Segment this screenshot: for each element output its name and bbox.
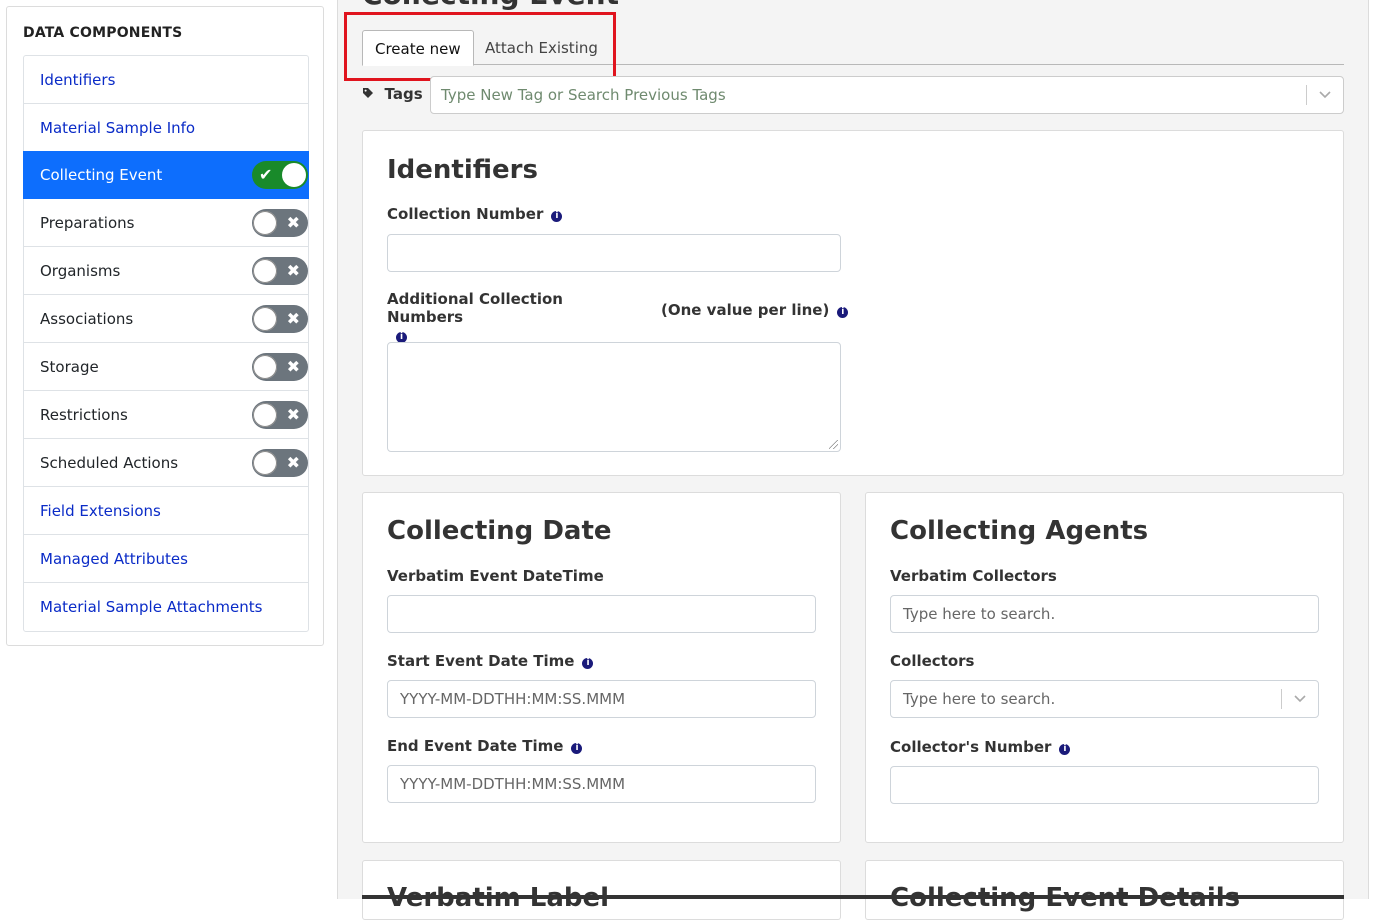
- close-icon: ✖: [286, 308, 300, 328]
- sidebar-item-identifiers[interactable]: Identifiers: [24, 56, 308, 104]
- close-icon: ✖: [286, 404, 300, 424]
- sidebar-item-label: Material Sample Attachments: [40, 598, 263, 616]
- collectors-number-input[interactable]: [890, 766, 1319, 804]
- check-icon: ✔: [259, 164, 273, 184]
- collecting-date-heading: Collecting Date: [387, 516, 612, 546]
- verbatim-event-datetime-input[interactable]: [387, 595, 816, 633]
- collectors-select[interactable]: Type here to search.: [890, 680, 1319, 718]
- collectors-number-label: Collector's Number i: [890, 738, 1071, 756]
- toggle-knob: [282, 162, 306, 187]
- one-value-per-line-hint: (One value per line) i: [661, 301, 849, 319]
- verbatim-collectors-input[interactable]: Type here to search.: [890, 595, 1319, 633]
- identifiers-heading: Identifiers: [387, 155, 538, 185]
- scheduled-actions-toggle[interactable]: ✖: [252, 448, 308, 477]
- verbatim-collectors-label: Verbatim Collectors: [890, 567, 1057, 585]
- end-event-date-time-label: End Event Date Time i: [387, 737, 583, 755]
- tags-label: Tags: [362, 85, 423, 103]
- toggle-knob: [253, 258, 277, 283]
- hint-text: (One value per line): [661, 301, 830, 319]
- sidebar-item-label: Storage: [40, 357, 99, 376]
- sidebar-item-storage[interactable]: Storage ✖: [24, 343, 308, 391]
- sidebar-item-label: Field Extensions: [40, 501, 161, 520]
- tag-icon: [362, 88, 379, 103]
- collection-number-input[interactable]: [387, 234, 841, 272]
- sidebar-item-associations[interactable]: Associations ✖: [24, 295, 308, 343]
- collecting-event-toggle[interactable]: ✔: [252, 160, 308, 189]
- sidebar-title: DATA COMPONENTS: [23, 25, 183, 41]
- close-icon: ✖: [286, 356, 300, 376]
- sidebar-item-collecting-event[interactable]: Collecting Event ✔: [23, 151, 309, 199]
- start-event-date-time-label: Start Event Date Time i: [387, 652, 594, 670]
- sidebar-item-label: Identifiers: [40, 70, 116, 89]
- collectors-separator: [1281, 689, 1282, 709]
- info-icon[interactable]: i: [571, 743, 583, 754]
- storage-toggle[interactable]: ✖: [252, 352, 308, 381]
- info-icon[interactable]: i: [837, 307, 849, 318]
- additional-collection-numbers-textarea[interactable]: [387, 342, 841, 452]
- additional-label-text: Additional Collection Numbers: [387, 290, 563, 326]
- toggle-knob: [253, 450, 277, 475]
- identifiers-card: Identifiers Collection Number i Additiona…: [362, 130, 1344, 476]
- collectors-number-label-text: Collector's Number: [890, 738, 1052, 756]
- associations-toggle[interactable]: ✖: [252, 304, 308, 333]
- sidebar-item-label: Scheduled Actions: [40, 453, 179, 472]
- info-icon[interactable]: i: [1059, 744, 1071, 755]
- close-icon: ✖: [286, 452, 300, 472]
- sidebar-item-label: Associations: [40, 309, 134, 328]
- additional-collection-numbers-label: Additional Collection Numbers i: [387, 290, 637, 344]
- collecting-agents-heading: Collecting Agents: [890, 516, 1149, 546]
- toggle-knob: [253, 306, 277, 331]
- collecting-event-details-card: Collecting Event Details: [865, 860, 1344, 920]
- sidebar-item-scheduled-actions[interactable]: Scheduled Actions ✖: [24, 439, 308, 487]
- info-icon[interactable]: i: [551, 211, 563, 222]
- chevron-down-icon[interactable]: [1294, 681, 1306, 730]
- collectors-placeholder: Type here to search.: [903, 690, 1056, 708]
- bottom-scroll-bar: [362, 895, 1344, 899]
- resize-handle[interactable]: [829, 440, 838, 449]
- verbatim-event-datetime-label: Verbatim Event DateTime: [387, 567, 604, 585]
- start-label-text: Start Event Date Time: [387, 652, 575, 670]
- sidebar-item-field-extensions[interactable]: Field Extensions: [24, 487, 308, 535]
- tags-input[interactable]: Type New Tag or Search Previous Tags: [430, 76, 1344, 114]
- sidebar-item-material-sample-info[interactable]: Material Sample Info: [24, 104, 308, 152]
- restrictions-toggle[interactable]: ✖: [252, 400, 308, 429]
- chevron-down-icon[interactable]: [1319, 77, 1331, 127]
- sidebar-item-preparations[interactable]: Preparations ✖: [24, 199, 308, 247]
- sidebar-item-material-sample-attachments[interactable]: Material Sample Attachments: [24, 583, 308, 631]
- sidebar-item-managed-attributes[interactable]: Managed Attributes: [24, 535, 308, 583]
- end-label-text: End Event Date Time: [387, 737, 564, 755]
- toggle-knob: [253, 210, 277, 235]
- toggle-knob: [253, 354, 277, 379]
- collection-number-label-text: Collection Number: [387, 205, 544, 223]
- toggle-knob: [253, 402, 277, 427]
- highlight-box: [344, 12, 616, 81]
- sidebar-item-label: Managed Attributes: [40, 549, 188, 568]
- verbatim-label-card: Verbatim Label: [362, 860, 841, 920]
- collection-number-label: Collection Number i: [387, 205, 563, 223]
- sidebar-item-restrictions[interactable]: Restrictions ✖: [24, 391, 308, 439]
- tags-placeholder: Type New Tag or Search Previous Tags: [441, 86, 726, 104]
- collecting-agents-card: Collecting Agents Verbatim Collectors Ty…: [865, 492, 1344, 843]
- close-icon: ✖: [286, 212, 300, 232]
- tags-separator: [1306, 85, 1307, 105]
- start-event-date-time-input[interactable]: YYYY-MM-DDTHH:MM:SS.MMM: [387, 680, 816, 718]
- sidebar-item-organisms[interactable]: Organisms ✖: [24, 247, 308, 295]
- sidebar-item-label: Preparations: [40, 213, 135, 232]
- close-icon: ✖: [286, 260, 300, 280]
- sidebar-item-label: Collecting Event: [40, 165, 163, 184]
- tags-label-text: Tags: [384, 85, 423, 103]
- collectors-label: Collectors: [890, 652, 975, 670]
- data-components-list: Identifiers Material Sample Info Collect…: [23, 55, 309, 632]
- preparations-toggle[interactable]: ✖: [252, 208, 308, 237]
- data-components-panel: DATA COMPONENTS Identifiers Material Sam…: [6, 6, 324, 646]
- tags-row: Tags Type New Tag or Search Previous Tag…: [362, 76, 1344, 114]
- end-event-date-time-input[interactable]: YYYY-MM-DDTHH:MM:SS.MMM: [387, 765, 816, 803]
- sidebar-item-label: Material Sample Info: [40, 118, 196, 137]
- info-icon[interactable]: i: [582, 658, 594, 669]
- page-title: Collecting Event: [362, 0, 619, 11]
- organisms-toggle[interactable]: ✖: [252, 256, 308, 285]
- collecting-date-card: Collecting Date Verbatim Event DateTime …: [362, 492, 841, 843]
- sidebar-item-label: Organisms: [40, 261, 121, 280]
- sidebar-item-label: Restrictions: [40, 405, 128, 424]
